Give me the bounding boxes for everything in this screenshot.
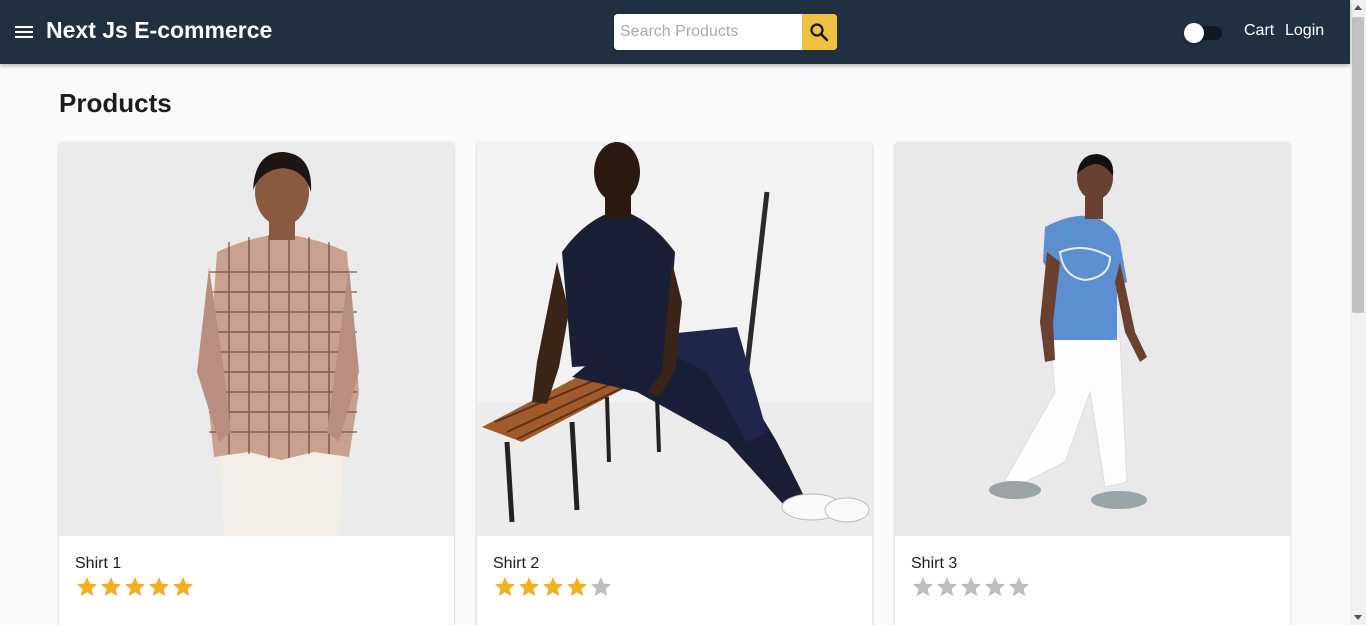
star-filled-icon [77,577,97,596]
search-icon [810,23,829,42]
star-filled-icon [567,577,587,596]
star-filled-icon [173,577,193,596]
product-card[interactable]: Shirt 3 [895,142,1290,625]
product-rating [75,575,195,601]
search-box [614,14,837,50]
star-empty-icon [961,577,981,596]
star-empty-icon [913,577,933,596]
star-filled-icon [149,577,169,596]
star-filled-icon [519,577,539,596]
product-card[interactable]: Shirt 2 [477,142,872,625]
search-button[interactable] [802,14,837,50]
app-bar: Next Js E-commerce Cart Login [0,0,1350,64]
star-empty-icon [1009,577,1029,596]
product-image[interactable] [59,142,454,536]
search-input[interactable] [614,14,802,50]
dark-mode-switch[interactable] [1184,22,1224,44]
scroll-down-arrow[interactable] [1354,615,1362,620]
star-empty-icon [591,577,611,596]
product-name[interactable]: Shirt 2 [493,555,539,573]
cart-link[interactable]: Cart [1244,22,1274,40]
star-filled-icon [495,577,515,596]
scroll-thumb[interactable] [1352,17,1364,313]
switch-thumb [1184,23,1204,43]
product-image[interactable] [895,142,1290,536]
login-link[interactable]: Login [1285,22,1324,40]
menu-button[interactable] [12,20,36,44]
brand-title[interactable]: Next Js E-commerce [46,17,272,44]
scroll-up-arrow[interactable] [1354,5,1362,10]
star-filled-icon [125,577,145,596]
product-rating [493,575,613,601]
star-empty-icon [937,577,957,596]
star-filled-icon [101,577,121,596]
star-empty-icon [985,577,1005,596]
product-name[interactable]: Shirt 3 [911,555,957,573]
product-rating [911,575,1031,601]
page-scrollbar[interactable] [1350,0,1366,625]
product-card[interactable]: Shirt 1 [59,142,454,625]
product-image[interactable] [477,142,872,536]
star-filled-icon [543,577,563,596]
page-title: Products [59,88,172,118]
product-name[interactable]: Shirt 1 [75,555,121,573]
